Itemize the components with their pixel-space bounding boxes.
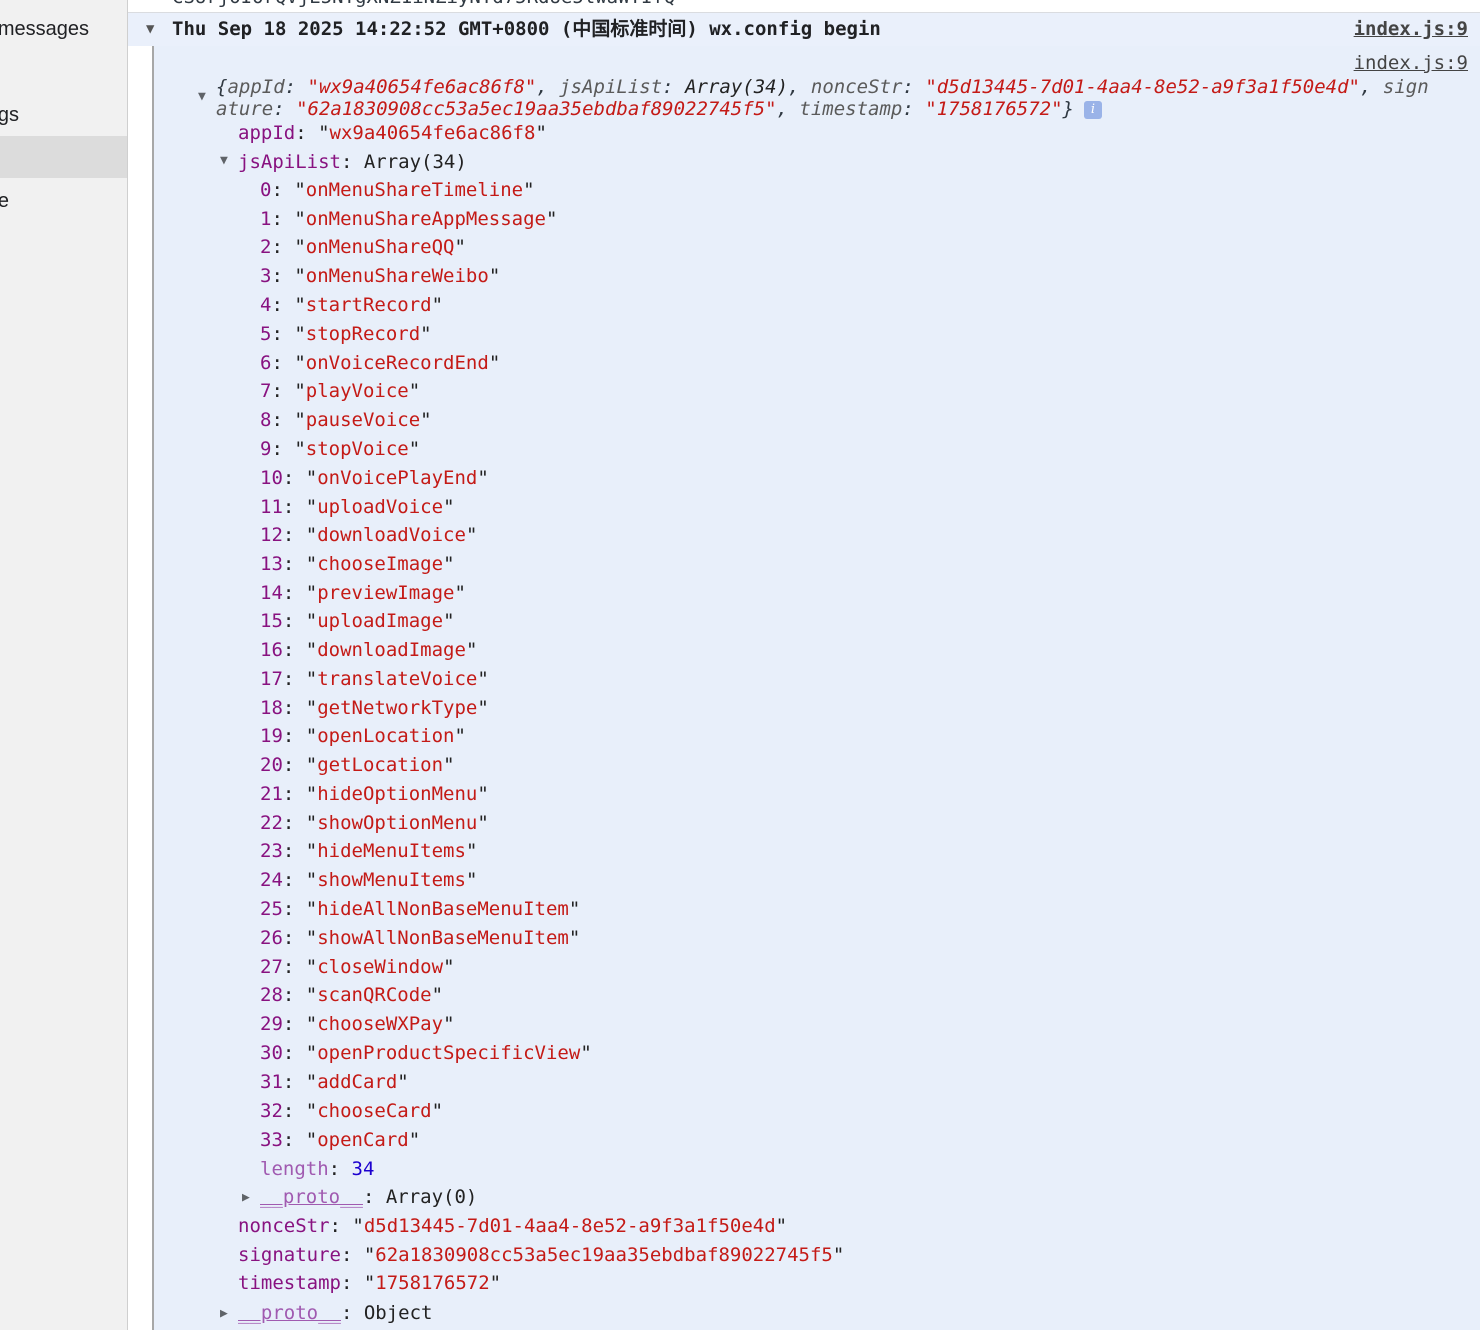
jsApiList-item: 27: "closeWindow"	[260, 956, 455, 978]
jsApiList-item: 3: "onMenuShareWeibo"	[260, 265, 501, 287]
jsApiList-item: 25: "hideAllNonBaseMenuItem"	[260, 898, 581, 920]
console-group-body: index.js:9 ▼ {appId: "wx9a40654fe6ac86f8…	[152, 46, 1480, 1330]
console-group-header[interactable]: ▼ Thu Sep 18 2025 14:22:52 GMT+0800 (中国标…	[128, 13, 1480, 46]
expand-object-proto-triangle-icon[interactable]: ▶	[220, 1306, 228, 1321]
sidebar-item-label: gs	[0, 104, 19, 126]
jsApiList-item: 31: "addCard"	[260, 1071, 409, 1093]
prop-appId: appId: "wx9a40654fe6ac86f8"	[238, 122, 547, 144]
jsApiList-item: 29: "chooseWXPay"	[260, 1013, 455, 1035]
sidebar-item-verbose[interactable]: e	[0, 180, 127, 222]
entry-source-link[interactable]: index.js:9	[1354, 52, 1468, 74]
jsApiList-item: 5: "stopRecord"	[260, 323, 432, 345]
jsApiList-item: 13: "chooseImage"	[260, 553, 455, 575]
prop-timestamp: timestamp: "1758176572"	[238, 1272, 502, 1294]
jsApiList-item: 4: "startRecord"	[260, 294, 444, 316]
jsApiList-item: 17: "translateVoice"	[260, 668, 489, 690]
prop-object-proto[interactable]: __proto__: Object	[238, 1301, 432, 1325]
jsApiList-item: 6: "onVoiceRecordEnd"	[260, 352, 501, 374]
jsApiList-item: 28: "scanQRCode"	[260, 984, 444, 1006]
jsApiList-item: 22: "showOptionMenu"	[260, 812, 489, 834]
prop-signature: signature: "62a1830908cc53a5ec19aa35ebdb…	[238, 1244, 845, 1266]
source-link[interactable]: index.js:9	[1354, 13, 1468, 46]
prop-jsApiList[interactable]: jsApiList: Array(34)	[238, 150, 467, 174]
collapse-triangle-icon[interactable]: ▼	[146, 13, 154, 46]
sidebar-item-messages[interactable]: messages	[0, 8, 127, 50]
expand-jsApiList-triangle-icon[interactable]: ▼	[220, 153, 228, 168]
jsApiList-item: 2: "onMenuShareQQ"	[260, 236, 466, 258]
jsApiList-item: 20: "getLocation"	[260, 754, 455, 776]
info-icon[interactable]: i	[1084, 100, 1102, 119]
jsApiList-item: 0: "onMenuShareTimeline"	[260, 179, 535, 201]
object-summary-line-2[interactable]: ature: "62a1830908cc53a5ec19aa35ebdbaf89…	[216, 97, 1102, 121]
group-message: Thu Sep 18 2025 14:22:52 GMT+0800 (中国标准时…	[172, 18, 881, 40]
jsApiList-item: 7: "playVoice"	[260, 380, 421, 402]
jsApiList-item: 10: "onVoicePlayEnd"	[260, 467, 489, 489]
jsApiList-item: 23: "hideMenuItems"	[260, 840, 478, 862]
jsApiList-item: 24: "showMenuItems"	[260, 869, 478, 891]
console-sidebar: messages gs e	[0, 0, 128, 1330]
expand-array-proto-triangle-icon[interactable]: ▶	[242, 1190, 250, 1205]
jsApiList-item: 19: "openLocation"	[260, 725, 466, 747]
jsApiList-item: 11: "uploadVoice"	[260, 496, 455, 518]
sidebar-item-label: e	[0, 180, 9, 222]
prop-length: length: 34	[260, 1158, 375, 1180]
jsApiList-item: 15: "uploadImage"	[260, 610, 455, 632]
jsApiList-item: 14: "previewImage"	[260, 582, 466, 604]
jsApiList-item: 16: "downloadImage"	[260, 639, 478, 661]
console-panel: CSUrjOIorQVjE5NYgXNZ1iNZiyNTd75RdUe5lwaW…	[128, 0, 1480, 1330]
jsApiList-item: 1: "onMenuShareAppMessage"	[260, 208, 558, 230]
object-summary-line-1[interactable]: {appId: "wx9a40654fe6ac86f8", jsApiList:…	[216, 75, 1429, 99]
jsApiList-item: 18: "getNetworkType"	[260, 697, 489, 719]
jsApiList-item: 30: "openProductSpecificView"	[260, 1042, 592, 1064]
previous-log-line: CSUrjOIorQVjE5NYgXNZ1iNZiyNTd75RdUe5lwaW…	[172, 0, 675, 8]
sidebar-item-label: messages	[0, 18, 89, 40]
prop-nonceStr: nonceStr: "d5d13445-7d01-4aa4-8e52-a9f3a…	[238, 1215, 788, 1237]
jsApiList-item: 8: "pauseVoice"	[260, 409, 432, 431]
jsApiList-item: 21: "hideOptionMenu"	[260, 783, 489, 805]
jsApiList-item: 33: "openCard"	[260, 1129, 421, 1151]
jsApiList-item: 12: "downloadVoice"	[260, 524, 478, 546]
jsApiList-item: 26: "showAllNonBaseMenuItem"	[260, 927, 581, 949]
sidebar-item-warnings[interactable]: gs	[0, 94, 127, 136]
sidebar-item-selected[interactable]	[0, 136, 127, 178]
prop-array-proto[interactable]: __proto__: Array(0)	[260, 1185, 477, 1209]
expand-object-triangle-icon[interactable]: ▼	[198, 89, 206, 104]
jsApiList-item: 32: "chooseCard"	[260, 1100, 444, 1122]
jsApiList-item: 9: "stopVoice"	[260, 438, 421, 460]
